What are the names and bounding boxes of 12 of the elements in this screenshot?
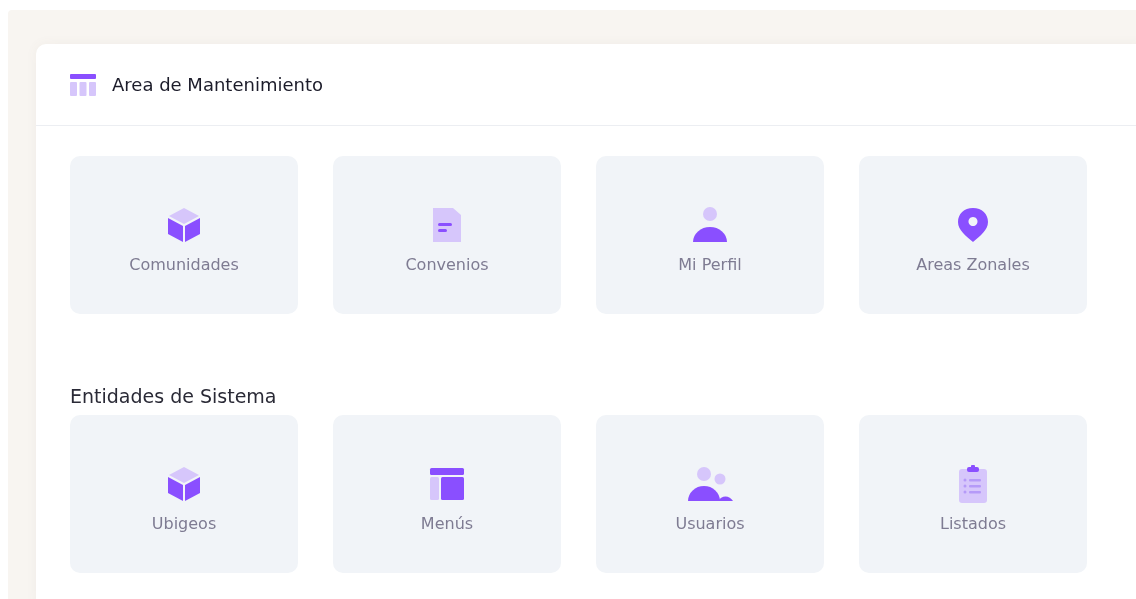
section-title: Entidades de Sistema xyxy=(70,385,278,407)
person-icon xyxy=(690,204,730,245)
module-tile[interactable]: Areas Zonales xyxy=(859,156,1087,314)
module-tile[interactable]: Ubigeos xyxy=(70,415,298,573)
module-tile[interactable]: Mi Perfil xyxy=(596,156,824,314)
module-tile[interactable]: Listados xyxy=(859,415,1087,573)
module-tile[interactable]: Convenios xyxy=(333,156,561,314)
table-icon xyxy=(70,73,96,96)
module-tile[interactable]: Usuarios xyxy=(596,415,824,573)
module-tile[interactable]: Menús xyxy=(333,415,561,573)
module-tile[interactable]: Comunidades xyxy=(70,156,298,314)
card-title: Area de Mantenimiento xyxy=(112,74,323,95)
